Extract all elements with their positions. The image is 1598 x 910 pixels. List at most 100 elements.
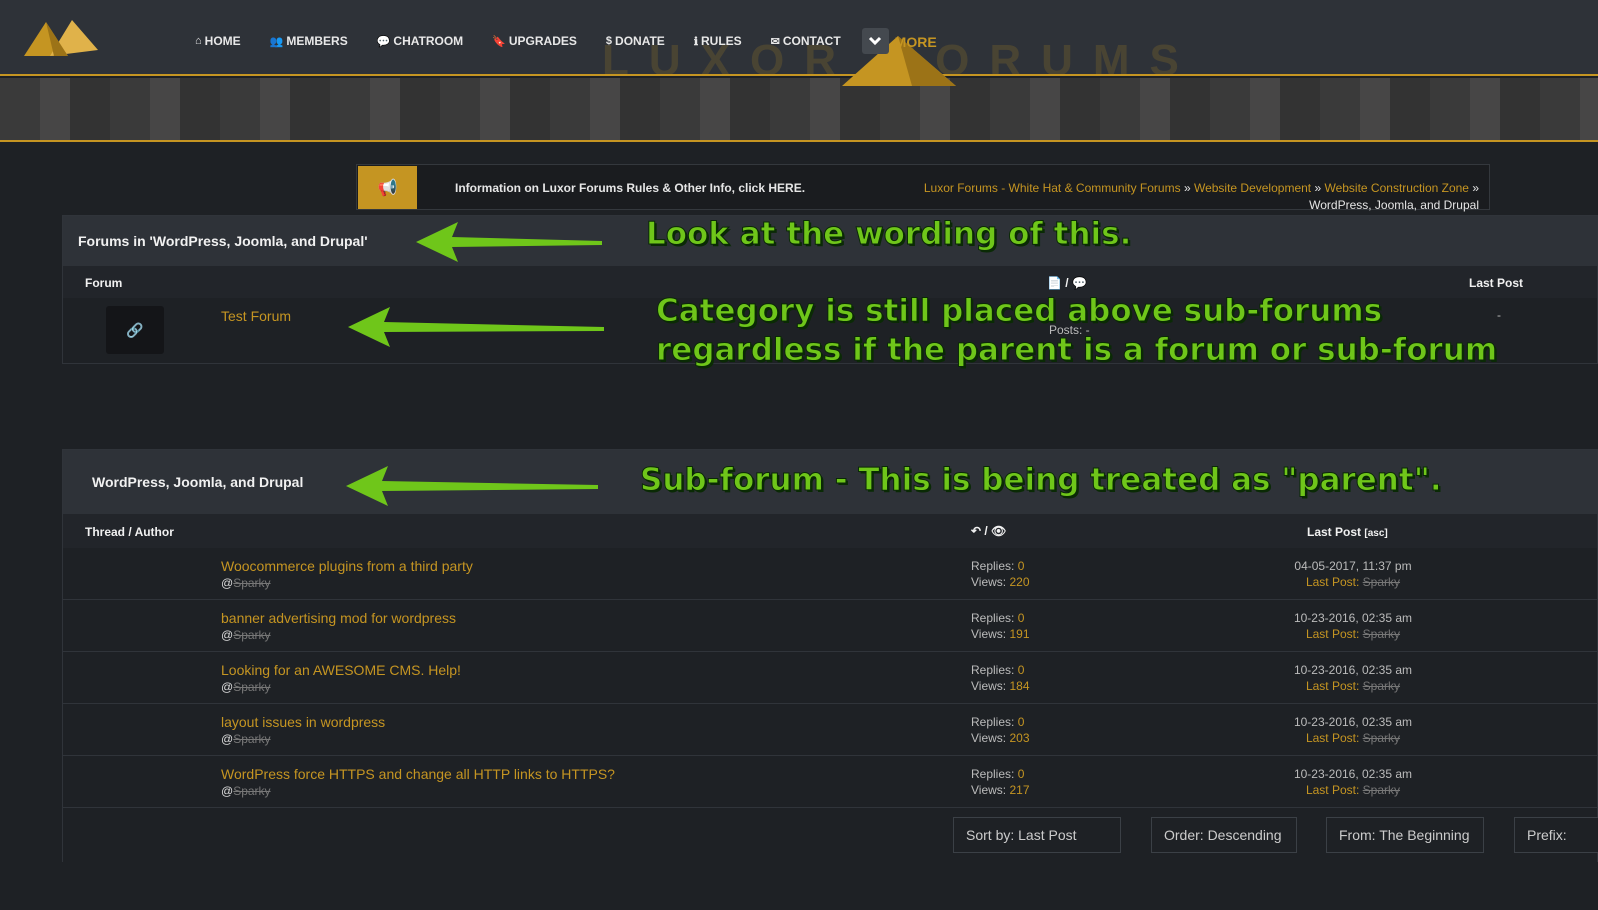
nav-item-members[interactable]: 👥 MEMBERS [270, 34, 348, 48]
thread-title-link[interactable]: Woocommerce plugins from a third party [221, 558, 473, 574]
author-link[interactable]: Sparky [233, 680, 270, 694]
chevron-down-icon [869, 36, 882, 46]
thread-row: Woocommerce plugins from a third party @S… [63, 548, 1597, 600]
order-select[interactable]: Order: Descending [1151, 817, 1297, 853]
thread-title-link[interactable]: WordPress force HTTPS and change all HTT… [221, 766, 615, 782]
view-count: 191 [1009, 627, 1030, 641]
thread-title-link[interactable]: Looking for an AWESOME CMS. Help! [221, 662, 461, 678]
thread-title-link[interactable]: layout issues in wordpress [221, 714, 385, 730]
thread-author: @Sparky [221, 680, 271, 694]
breadcrumb-separator: » [1468, 181, 1479, 195]
annotation-wording: Look at the wording of this. [645, 216, 1132, 253]
forum-name-link[interactable]: Test Forum [221, 308, 291, 324]
annotation-category: Category is still placed above sub-forum… [655, 293, 1498, 369]
nav-item-label: CHATROOM [393, 34, 464, 48]
nav-item-donate[interactable]: $ DONATE [606, 34, 665, 48]
members-icon: 👥 [269, 35, 284, 48]
thread-author: @Sparky [221, 784, 271, 798]
last-post-link[interactable]: Last Post: [1306, 575, 1359, 589]
last-post-user[interactable]: Sparky [1363, 575, 1400, 589]
author-link[interactable]: Sparky [233, 784, 270, 798]
last-post-link[interactable]: Last Post: [1306, 783, 1359, 797]
thread-last-post: 10-23-2016, 02:35 am Last Post: Sparky [1263, 662, 1443, 694]
envelope-icon: ✉ [770, 35, 780, 48]
col-posts-threads: 📄 / 💬 [1047, 276, 1087, 290]
nav-item-label: UPGRADES [508, 34, 577, 48]
luxor-logo[interactable] [24, 16, 100, 58]
last-post-date: 10-23-2016, 02:35 am [1293, 611, 1413, 625]
megaphone-icon: 📢 [358, 166, 417, 209]
last-post-link[interactable]: Last Post: [1306, 627, 1359, 641]
last-post-user[interactable]: Sparky [1363, 783, 1400, 797]
reply-count[interactable]: 0 [1018, 559, 1025, 573]
nav-item-upgrades[interactable]: 🔖 UPGRADES [492, 34, 577, 48]
col-thread-last-post[interactable]: Last Post [asc] [1307, 525, 1388, 539]
annotation-arrow-1 [416, 222, 602, 262]
main-nav: ⌂ HOME 👥 MEMBERS 💬 CHATROOM 🔖 UPGRADES $ DONATE ℹ R… [195, 28, 937, 54]
nav-item-chatroom[interactable]: 💬 CHATROOM [377, 34, 463, 48]
annotation-subforum: Sub-forum - This is being treated as "pa… [640, 462, 1443, 499]
forum-last-post: - [1497, 308, 1501, 322]
more-label[interactable]: MORE [895, 34, 937, 50]
col-thread-author: Thread / Author [85, 525, 174, 539]
prefix-select[interactable]: Prefix: [1514, 817, 1598, 853]
nav-item-label: RULES [701, 34, 742, 48]
nav-item-label: CONTACT [782, 34, 841, 48]
last-post-date: 10-23-2016, 02:35 am [1293, 715, 1413, 729]
eye-icon: 👁 [991, 524, 1007, 538]
nav-item-home[interactable]: ⌂ HOME [195, 34, 241, 48]
notice-bar: 📢 Information on Luxor Forums Rules & Ot… [356, 164, 1490, 212]
sort-bar: Sort by: Last Post Order: Descending Fro… [63, 808, 1598, 862]
reply-count[interactable]: 0 [1018, 715, 1025, 729]
nav-item-rules[interactable]: ℹ RULES [694, 34, 742, 48]
last-post-link[interactable]: Last Post: [1306, 731, 1359, 745]
thread-list: Woocommerce plugins from a third party @S… [63, 548, 1597, 808]
thread-stats: Replies: 0 Views: 220 [971, 559, 1030, 589]
annotation-arrow-3 [346, 466, 598, 506]
last-post-user[interactable]: Sparky [1363, 627, 1400, 641]
view-count: 184 [1009, 679, 1030, 693]
thread-last-post: 10-23-2016, 02:35 am Last Post: Sparky [1263, 610, 1443, 642]
author-link[interactable]: Sparky [233, 732, 270, 746]
reply-count[interactable]: 0 [1018, 767, 1025, 781]
last-post-user[interactable]: Sparky [1363, 731, 1400, 745]
more-dropdown-button[interactable] [861, 28, 889, 54]
nav-item-label: DONATE [615, 34, 665, 48]
last-post-link[interactable]: Last Post: [1306, 679, 1359, 693]
col-forum: Forum [85, 276, 123, 290]
col-replies-views: ↶ / 👁 [971, 524, 1007, 538]
thread-last-post: 10-23-2016, 02:35 am Last Post: Sparky [1263, 714, 1443, 746]
thread-title-link[interactable]: banner advertising mod for wordpress [221, 610, 456, 626]
from-select[interactable]: From: The Beginning [1326, 817, 1484, 853]
breadcrumb-link[interactable]: Luxor Forums - White Hat & Community For… [924, 181, 1181, 195]
chat-icon: 💬 [376, 35, 391, 48]
author-link[interactable]: Sparky [233, 628, 270, 642]
sort-asc-link[interactable]: [asc] [1364, 528, 1387, 539]
subforums-title: Forums in 'WordPress, Joomla, and Drupal… [78, 233, 368, 249]
col-last-post: Last Post [1469, 276, 1524, 290]
last-post-date: 10-23-2016, 02:35 am [1293, 767, 1413, 781]
breadcrumb-link[interactable]: Website Construction Zone [1324, 181, 1469, 195]
breadcrumb-separator: » [1311, 181, 1325, 195]
reply-count[interactable]: 0 [1018, 611, 1025, 625]
last-post-user[interactable]: Sparky [1363, 679, 1400, 693]
nav-item-label: HOME [204, 34, 241, 48]
last-post-date: 04-05-2017, 11:37 pm [1294, 559, 1412, 573]
breadcrumb: Luxor Forums - White Hat & Community For… [919, 180, 1479, 214]
reply-icon: ↶ [971, 524, 982, 538]
view-count: 220 [1009, 575, 1030, 589]
info-icon: ℹ [693, 35, 698, 48]
breadcrumb-current: WordPress, Joomla, and Drupal [1309, 198, 1479, 212]
author-link[interactable]: Sparky [233, 576, 270, 590]
thread-stats: Replies: 0 Views: 203 [971, 715, 1030, 745]
notice-text[interactable]: Information on Luxor Forums Rules & Othe… [455, 181, 805, 195]
threads-column-header: Thread / Author ↶ / 👁 Last Post [asc] [63, 514, 1597, 548]
home-icon: ⌂ [195, 35, 202, 47]
nav-item-contact[interactable]: ✉ CONTACT [771, 34, 841, 48]
threads-panel: WordPress, Joomla, and Drupal Thread / A… [62, 449, 1598, 862]
sort-by-select[interactable]: Sort by: Last Post [953, 817, 1121, 853]
annotation-arrow-2 [348, 307, 604, 347]
reply-count[interactable]: 0 [1018, 663, 1025, 677]
breadcrumb-link[interactable]: Website Development [1194, 181, 1311, 195]
bookmark-icon: 🔖 [492, 35, 506, 48]
